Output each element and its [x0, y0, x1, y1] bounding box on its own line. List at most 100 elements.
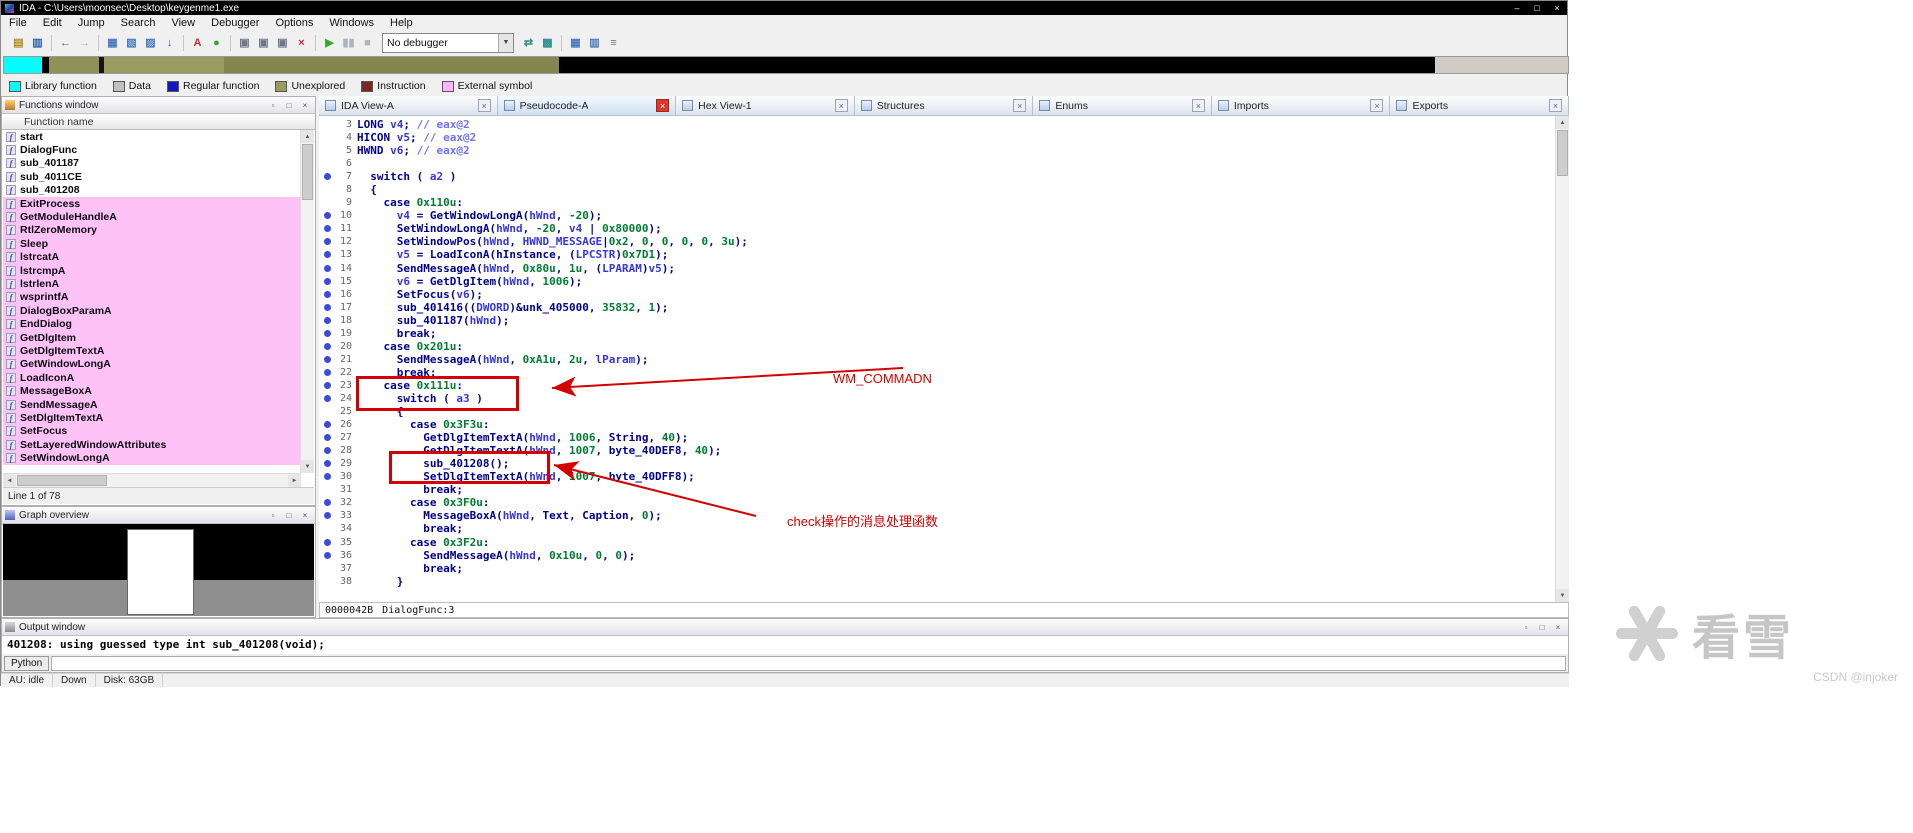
- code-line[interactable]: 26 case 0x3F3u:: [319, 418, 1556, 431]
- code-line[interactable]: 18 sub_401187(hWnd);: [319, 314, 1556, 327]
- code-line[interactable]: 35 case 0x3F2u:: [319, 536, 1556, 549]
- code-line[interactable]: 17 sub_401416((DWORD)&unk_405000, 35832,…: [319, 301, 1556, 314]
- tab-close-icon[interactable]: ×: [477, 99, 491, 112]
- minimize-button[interactable]: –: [1507, 1, 1527, 15]
- function-row[interactable]: f SendMessageA: [3, 397, 301, 412]
- search-text-icon[interactable]: ▧: [123, 34, 140, 51]
- create-function-icon[interactable]: ▣: [236, 34, 253, 51]
- code-line[interactable]: 16 SetFocus(v6);: [319, 288, 1556, 301]
- scroll-up-icon[interactable]: ▲: [301, 130, 314, 143]
- tab-hex-view-1[interactable]: Hex View-1 ×: [676, 96, 855, 115]
- tab-close-icon[interactable]: ×: [1191, 99, 1205, 112]
- code-line[interactable]: 37 break;: [319, 562, 1556, 575]
- close-button[interactable]: ×: [1547, 1, 1567, 15]
- menu-options[interactable]: Options: [267, 15, 321, 30]
- menu-search[interactable]: Search: [113, 15, 164, 30]
- scroll-right-icon[interactable]: ►: [288, 474, 301, 487]
- scroll-left-icon[interactable]: ◄: [3, 474, 16, 487]
- python-cli-button[interactable]: Python: [4, 655, 50, 671]
- code-line[interactable]: 6: [319, 157, 1556, 170]
- scrollbar-thumb[interactable]: [1557, 130, 1568, 176]
- code-line[interactable]: 32 case 0x3F0u:: [319, 496, 1556, 509]
- code-vertical-scrollbar[interactable]: ▲ ▼: [1555, 116, 1569, 602]
- back-icon[interactable]: ←: [57, 34, 74, 51]
- jump-down-icon[interactable]: ↓: [161, 34, 178, 51]
- graph-overview-header[interactable]: Graph overview ▫ □ ×: [2, 507, 315, 524]
- breakpoint-dot[interactable]: [324, 499, 331, 507]
- dock-icon[interactable]: ▫: [1519, 621, 1533, 633]
- close-icon[interactable]: ×: [1551, 621, 1565, 633]
- breakpoint-dot[interactable]: [324, 277, 331, 285]
- tab-close-icon[interactable]: ×: [1013, 99, 1027, 112]
- function-tails-icon[interactable]: ▣: [274, 34, 291, 51]
- tools-icon[interactable]: ≡: [605, 34, 622, 51]
- functions-window-header[interactable]: Functions window ▫ □ ×: [2, 97, 315, 114]
- function-row[interactable]: f DialogFunc: [3, 143, 301, 156]
- breakpoint-dot[interactable]: [324, 303, 331, 311]
- function-row[interactable]: f SetDlgItemTextA: [3, 411, 301, 425]
- maximize-button[interactable]: □: [1527, 1, 1547, 15]
- breakpoint-dot[interactable]: [324, 473, 331, 481]
- function-row[interactable]: f DialogBoxParamA: [3, 304, 301, 318]
- dock-icon[interactable]: ▫: [266, 99, 280, 111]
- function-row[interactable]: f RtlZeroMemory: [3, 223, 301, 238]
- dock-icon[interactable]: ▫: [266, 509, 280, 521]
- edit-function-icon[interactable]: ▣: [255, 34, 272, 51]
- float-icon[interactable]: □: [282, 99, 296, 111]
- attach-debugger-icon[interactable]: ⇄: [520, 34, 537, 51]
- function-row[interactable]: f SetWindowLongA: [3, 451, 301, 465]
- breakpoint-dot[interactable]: [324, 329, 331, 337]
- pause-debugger-icon[interactable]: ▮▮: [340, 34, 357, 51]
- function-name-column-header[interactable]: Function name: [2, 114, 315, 130]
- graph-overview-canvas[interactable]: [3, 524, 314, 616]
- breakpoint-dot[interactable]: [324, 381, 331, 389]
- function-row[interactable]: f sub_401187: [3, 157, 301, 170]
- code-line[interactable]: 5 HWND v6; // eax@2: [319, 144, 1556, 157]
- function-row[interactable]: f EndDialog: [3, 317, 301, 331]
- menu-edit[interactable]: Edit: [35, 15, 70, 30]
- code-line[interactable]: 14 SendMessageA(hWnd, 0x80u, 1u, (LPARAM…: [319, 262, 1556, 275]
- code-line[interactable]: 12 SetWindowPos(hWnd, HWND_MESSAGE|0x2, …: [319, 235, 1556, 248]
- tab-close-icon[interactable]: ×: [1370, 99, 1384, 112]
- functions-horizontal-scrollbar[interactable]: ◄ ►: [3, 473, 301, 487]
- function-row[interactable]: f GetModuleHandleA: [3, 210, 301, 224]
- close-icon[interactable]: ×: [298, 509, 312, 521]
- code-line[interactable]: 27 GetDlgItemTextA(hWnd, 1006, String, 4…: [319, 431, 1556, 444]
- colors-icon[interactable]: A: [189, 34, 206, 51]
- breakpoint-dot[interactable]: [324, 316, 331, 324]
- debugger-settings-icon[interactable]: ▩: [539, 34, 556, 51]
- code-line[interactable]: 4 HICON v5; // eax@2: [319, 131, 1556, 144]
- tab-imports[interactable]: Imports ×: [1211, 96, 1391, 115]
- float-icon[interactable]: □: [1535, 621, 1549, 633]
- function-row[interactable]: f wsprintfA: [3, 290, 301, 305]
- close-icon[interactable]: ×: [298, 99, 312, 111]
- function-row[interactable]: f SetFocus: [3, 424, 301, 438]
- cli-input[interactable]: [51, 655, 1566, 671]
- function-row[interactable]: f LoadIconA: [3, 371, 301, 385]
- breakpoint-dot[interactable]: [324, 342, 331, 350]
- breakpoint-dot[interactable]: [324, 225, 331, 233]
- tab-close-icon[interactable]: ×: [1549, 99, 1563, 112]
- function-row[interactable]: f MessageBoxA: [3, 384, 301, 398]
- functions-vertical-scrollbar[interactable]: ▲ ▼: [300, 130, 314, 473]
- remove-function-icon[interactable]: ×: [293, 34, 310, 51]
- menu-debugger[interactable]: Debugger: [203, 15, 267, 30]
- function-row[interactable]: f lstrcmpA: [3, 263, 301, 278]
- breakpoint-dot[interactable]: [324, 264, 331, 272]
- function-row[interactable]: f lstrcatA: [3, 250, 301, 264]
- jump-address-icon[interactable]: ▦: [104, 34, 121, 51]
- tab-ida-view-a[interactable]: IDA View-A ×: [319, 96, 498, 115]
- code-line[interactable]: 36 SendMessageA(hWnd, 0x10u, 0, 0);: [319, 549, 1556, 562]
- cursor-tracking-icon[interactable]: ●: [208, 34, 225, 51]
- start-debugger-icon[interactable]: ▶: [321, 34, 338, 51]
- breakpoint-dot[interactable]: [324, 551, 331, 559]
- code-line[interactable]: 31 break;: [319, 483, 1556, 496]
- breakpoint-dot[interactable]: [324, 251, 331, 259]
- code-line[interactable]: 15 v6 = GetDlgItem(hWnd, 1006);: [319, 275, 1556, 288]
- code-line[interactable]: 8 {: [319, 183, 1556, 196]
- function-row[interactable]: f GetDlgItem: [3, 330, 301, 345]
- code-line[interactable]: 10 v4 = GetWindowLongA(hWnd, -20);: [319, 209, 1556, 222]
- scroll-down-icon[interactable]: ▼: [1556, 589, 1569, 602]
- graph-overview-viewport[interactable]: [127, 529, 194, 615]
- code-line[interactable]: 20 case 0x201u:: [319, 340, 1556, 353]
